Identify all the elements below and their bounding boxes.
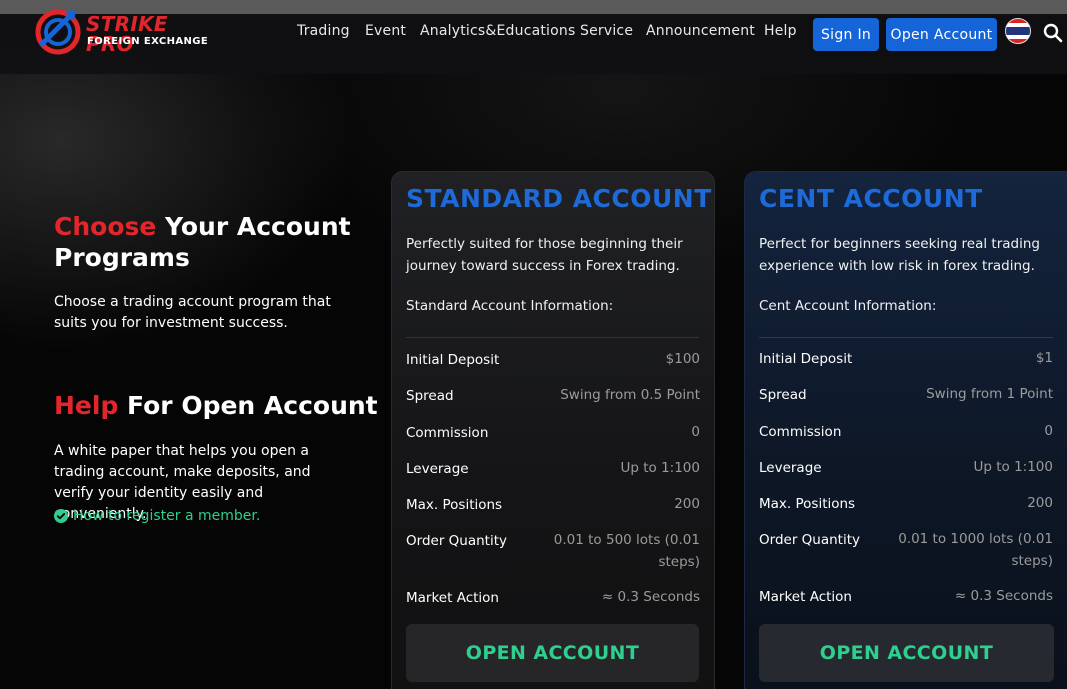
search-icon[interactable] <box>1043 23 1063 43</box>
row-label-market-action: Market Action <box>406 590 499 606</box>
row-value-initial-deposit: $100 <box>665 351 700 367</box>
logo-mark-icon <box>35 9 81 55</box>
row-value-leverage: Up to 1:100 <box>620 460 701 476</box>
logo[interactable]: STRIKE PRO FOREIGN EXCHANGE <box>32 4 222 56</box>
help-rest: For Open Account <box>118 391 378 420</box>
card-title: STANDARD ACCOUNT <box>406 184 712 213</box>
thailand-flag-icon[interactable] <box>1005 18 1031 44</box>
open-account-header-button[interactable]: Open Account <box>886 18 997 51</box>
card-description: Perfect for beginners seeking real tradi… <box>759 236 1040 274</box>
nav-item-announcement[interactable]: Announcement <box>646 23 755 39</box>
open-account-cent-button[interactable]: OPEN ACCOUNT <box>759 624 1054 682</box>
row-label-max-positions: Max. Positions <box>759 496 856 512</box>
nav-item-trading[interactable]: Trading <box>297 23 350 39</box>
nav-item-analytics-educations[interactable]: Analytics&Educations <box>420 23 575 39</box>
row-value-leverage: Up to 1:100 <box>973 459 1054 475</box>
row-value-market-action: ≈ 0.3 Seconds <box>601 589 700 605</box>
row-value-commission: 0 <box>691 424 700 440</box>
check-circle-icon <box>54 509 68 523</box>
nav-item-event[interactable]: Event <box>365 23 406 39</box>
row-value-spread: Swing from 1 Point <box>926 386 1053 402</box>
site-header: STRIKE PRO FOREIGN EXCHANGE Trading Even… <box>0 0 1067 74</box>
row-label-spread: Spread <box>406 388 454 404</box>
card-info-heading: Cent Account Information: <box>759 298 937 314</box>
choose-heading: Choose Your Account Programs <box>54 211 374 273</box>
row-value-order-quantity: 0.01 to 500 lots (0.01 steps) <box>553 532 700 570</box>
row-label-spread: Spread <box>759 387 807 403</box>
row-value-market-action: ≈ 0.3 Seconds <box>954 588 1053 604</box>
row-label-commission: Commission <box>759 424 842 440</box>
row-value-max-positions: 200 <box>1027 495 1053 511</box>
card-info-heading: Standard Account Information: <box>406 298 614 314</box>
sign-in-button[interactable]: Sign In <box>813 18 879 51</box>
choose-rest: Your Account <box>156 212 351 241</box>
row-label-initial-deposit: Initial Deposit <box>406 352 500 368</box>
row-label-leverage: Leverage <box>759 460 822 476</box>
row-label-max-positions: Max. Positions <box>406 497 503 513</box>
row-label-commission: Commission <box>406 425 489 441</box>
row-label-leverage: Leverage <box>406 461 469 477</box>
row-value-max-positions: 200 <box>674 496 700 512</box>
choose-highlight: Choose <box>54 212 157 241</box>
nav-item-help[interactable]: Help <box>764 23 797 39</box>
nav-item-service[interactable]: Service <box>580 23 633 39</box>
open-account-standard-button[interactable]: OPEN ACCOUNT <box>406 624 699 682</box>
standard-account-card: STANDARD ACCOUNT Perfectly suited for th… <box>391 171 715 689</box>
choose-description: Choose a trading account program that su… <box>54 294 331 331</box>
divider <box>759 337 1053 338</box>
logo-tagline: FOREIGN EXCHANGE <box>87 36 209 47</box>
choose-line2: Programs <box>54 243 190 272</box>
help-highlight: Help <box>54 391 119 420</box>
divider <box>406 337 699 338</box>
register-link-label: How to register a member. <box>73 508 261 524</box>
register-link[interactable]: How to register a member. <box>54 506 260 526</box>
row-label-market-action: Market Action <box>759 589 852 605</box>
row-value-spread: Swing from 0.5 Point <box>560 387 700 403</box>
row-label-initial-deposit: Initial Deposit <box>759 351 853 367</box>
row-value-commission: 0 <box>1044 423 1053 439</box>
card-title: CENT ACCOUNT <box>759 184 983 213</box>
row-label-order-quantity: Order Quantity <box>406 533 507 549</box>
row-value-order-quantity: 0.01 to 1000 lots (0.01 steps) <box>898 531 1053 569</box>
help-heading: Help For Open Account <box>54 390 378 421</box>
row-label-order-quantity: Order Quantity <box>759 532 860 548</box>
logo-name: STRIKE PRO <box>86 12 168 56</box>
cent-account-card: CENT ACCOUNT Perfect for beginners seeki… <box>744 171 1067 689</box>
card-description: Perfectly suited for those beginning the… <box>406 236 683 274</box>
row-value-initial-deposit: $1 <box>1035 350 1053 366</box>
